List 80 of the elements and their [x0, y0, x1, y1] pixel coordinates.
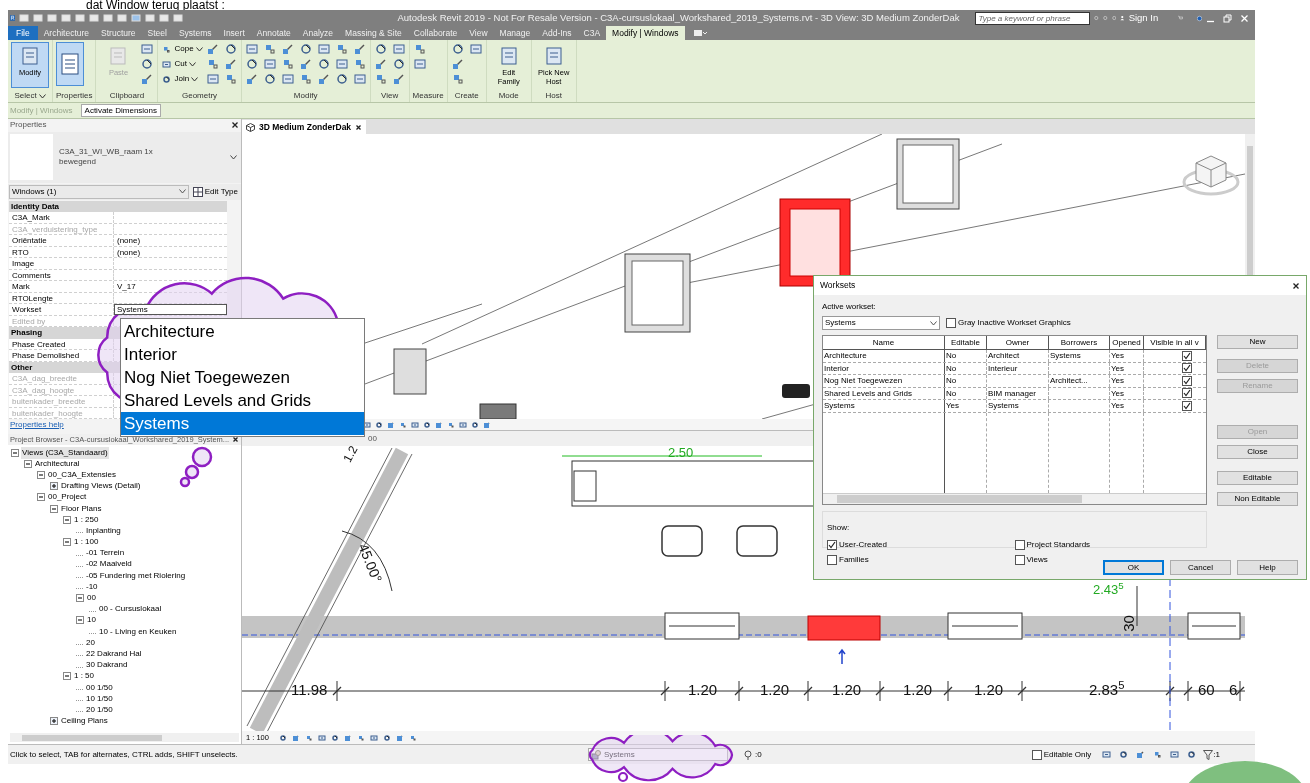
dimension-label: 60: [1198, 682, 1215, 697]
dimension-label: 2.83$^{5}$: [1089, 682, 1125, 697]
table-cell: Systems: [823, 400, 945, 412]
count-label: :1: [1213, 748, 1220, 761]
dimension-label: 1.20: [688, 682, 718, 697]
panel-title: Host: [545, 90, 562, 102]
table-cell: Architect...: [1049, 375, 1110, 387]
property-name: Comments: [9, 269, 114, 280]
checkbox-label: Project Standards: [1026, 539, 1091, 551]
panel-title: Mode: [498, 90, 519, 102]
checkbox-label: User-Created: [839, 539, 887, 551]
property-name: Oriëntatie: [9, 235, 114, 246]
field-label: Active workset:: [822, 301, 877, 313]
checkbox-label: Views: [1026, 554, 1048, 566]
panel-title: Clipboard: [109, 90, 145, 102]
table-cell: Architecture: [823, 350, 945, 362]
panel-title: Properties: [56, 90, 93, 102]
property-name: Image: [9, 258, 114, 269]
dimension-label: 2.43$^{5}$: [1093, 583, 1124, 596]
table-cell: Shared Levels and Grids: [823, 387, 945, 399]
table-cell: Yes: [1110, 375, 1144, 387]
table-cell: Yes: [1110, 362, 1144, 374]
table-cell: No: [945, 375, 987, 387]
checkbox-label: Editable Only: [1043, 748, 1092, 761]
view-title: 00: [368, 432, 377, 445]
dimension-label: 2.50: [668, 446, 694, 459]
property-value: (none): [116, 235, 142, 246]
panel-title: Measure: [412, 90, 444, 102]
checkbox-label: Gray Inactive Workset Graphics: [958, 317, 1071, 329]
table-cell: Yes: [945, 400, 987, 412]
table-cell: Architect: [987, 350, 1049, 362]
panel-title: Properties: [10, 119, 47, 131]
property-name: Phase Demolished: [9, 350, 114, 361]
context-label: Modify | Windows: [10, 104, 73, 117]
dimension-label: 1.20: [760, 682, 790, 697]
type-name: C3A_31_WI_WB_raam 1x: [59, 147, 153, 158]
panel-title: Create: [454, 90, 479, 102]
dimension-label: 1.20: [832, 682, 862, 697]
table-cell: Interieur: [987, 362, 1049, 374]
table-cell: Yes: [1110, 350, 1144, 362]
dimension-label: 1.20: [974, 682, 1004, 697]
status-text: Click to select, TAB for alternates, CTRL adds, SHIFT unselects.: [10, 748, 239, 761]
dimension-label: 1.2: [341, 446, 360, 465]
panel-title: Geometry: [181, 90, 218, 102]
table-cell: Systems: [1049, 350, 1110, 362]
property-name: C3A_dag_hoogte: [9, 384, 114, 395]
panel-title: View: [381, 90, 399, 102]
table-cell: Yes: [1110, 387, 1144, 399]
table-cell: Nog Niet Toegewezen: [823, 375, 945, 387]
table-cell: Interior: [823, 362, 945, 374]
property-name: RTOLengte: [9, 292, 114, 303]
table-cell: Yes: [1110, 400, 1144, 412]
window-title: Autodesk Revit 2019 - Not For Resale Version - C3A-cursuslokaal_Workshared_2019_Systems.rvt - 3D View: 3D Medium ZonderDak: [397, 10, 960, 25]
dialog-title: Worksets: [820, 279, 856, 292]
table-cell: No: [945, 350, 987, 362]
property-name: Edited by: [9, 315, 114, 326]
property-value: V_17: [116, 281, 137, 292]
panel-title: Select: [14, 90, 37, 102]
property-name: buitenkader_breedte: [9, 396, 114, 407]
table-cell: BIM manager: [987, 387, 1049, 399]
group-label: Show:: [827, 523, 850, 532]
dimension-label: 1.20: [903, 682, 933, 697]
table-cell: No: [945, 362, 987, 374]
checkbox-label: Families: [839, 554, 869, 566]
type-name: bewegend: [59, 157, 97, 168]
dimension-label: 11.98: [291, 682, 328, 697]
dimension-label: 45.00°: [356, 541, 385, 585]
property-value: (none): [116, 246, 142, 257]
dimension-label: 30: [1120, 615, 1136, 632]
panel-title: Modify: [293, 90, 318, 102]
property-name: buitenkader_hoogte: [9, 407, 114, 418]
table-cell: Systems: [987, 400, 1049, 412]
property-name: C3A_verduistering_type: [9, 223, 114, 234]
count-label: :0: [755, 748, 762, 761]
table-cell: No: [945, 387, 987, 399]
dimension-label: 6: [1229, 682, 1238, 697]
property-name: Mark: [9, 281, 114, 292]
property-name: RTO: [9, 246, 114, 257]
property-name: C3A_dag_breedte: [9, 373, 114, 384]
property-name: C3A_Mark: [9, 212, 114, 223]
